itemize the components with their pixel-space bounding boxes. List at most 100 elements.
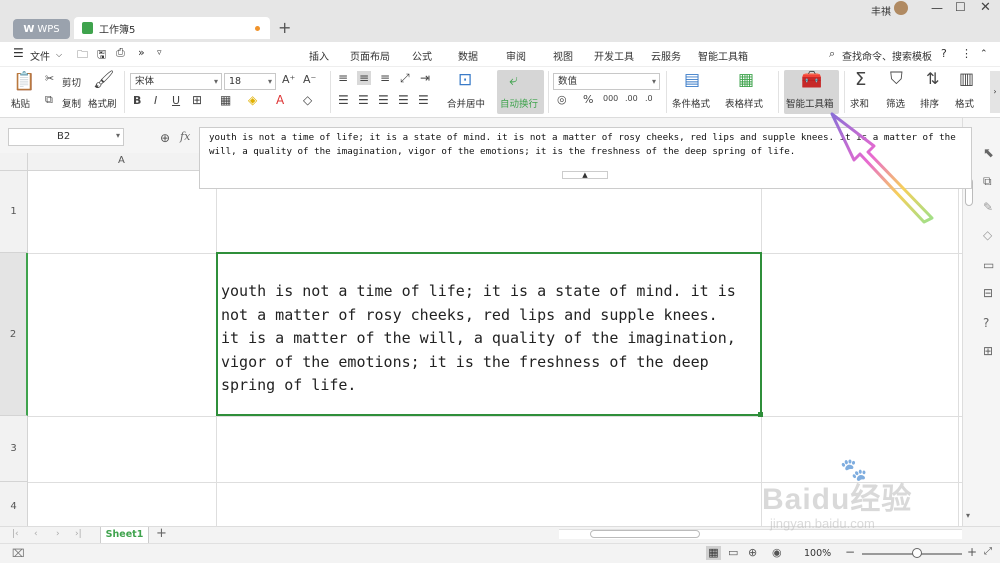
bold-icon[interactable]: B: [133, 95, 141, 106]
more-options-icon[interactable]: ⋮: [961, 47, 972, 60]
font-name-select[interactable]: 宋体: [130, 73, 222, 90]
clear-icon[interactable]: ◇: [303, 94, 312, 106]
format-button[interactable]: 格式: [955, 96, 974, 110]
chevron-down-icon[interactable]: ⌵: [56, 50, 62, 60]
tab-cloud[interactable]: 云服务: [651, 48, 681, 63]
sum-button[interactable]: 求和: [850, 96, 869, 110]
increase-decimal-icon[interactable]: .00: [625, 95, 638, 103]
table-style-icon[interactable]: ▦: [738, 72, 754, 89]
copy-icon[interactable]: ⧉: [45, 94, 53, 105]
ribbon-scroll-right[interactable]: ›: [990, 71, 1000, 113]
italic-icon[interactable]: I: [154, 95, 157, 106]
cut-button[interactable]: 剪切: [62, 75, 81, 89]
prev-sheet-icon[interactable]: ‹: [34, 529, 38, 539]
normal-view-icon[interactable]: ▦: [706, 546, 721, 560]
cut-icon[interactable]: ✂: [45, 73, 54, 84]
fill-color-icon[interactable]: ◈: [248, 94, 257, 106]
align-middle-icon[interactable]: ≡: [357, 71, 372, 85]
select-icon[interactable]: ⬉: [983, 146, 994, 161]
percent-icon[interactable]: %: [583, 94, 593, 105]
chevron-down-icon[interactable]: ▾: [116, 131, 120, 140]
merge-center-icon[interactable]: ⊡: [458, 72, 472, 89]
first-sheet-icon[interactable]: |‹: [12, 529, 19, 539]
more-icon[interactable]: »: [138, 46, 145, 59]
close-icon[interactable]: ✕: [980, 0, 991, 15]
format-painter-icon[interactable]: 🖌: [93, 72, 115, 89]
reading-mode-icon[interactable]: ◉: [772, 546, 782, 559]
new-tab-button[interactable]: +: [278, 18, 291, 37]
indent-icon[interactable]: ⇥: [420, 72, 430, 84]
page-break-icon[interactable]: ⊕: [748, 546, 757, 559]
name-box[interactable]: B2 ▾: [8, 128, 124, 146]
add-sheet-button[interactable]: +: [156, 526, 167, 541]
tab-data[interactable]: 数据: [458, 48, 478, 63]
font-color-icon[interactable]: A: [276, 94, 284, 106]
sort-button[interactable]: 排序: [920, 96, 939, 110]
border-icon[interactable]: ⊞: [192, 94, 202, 106]
select-all-corner[interactable]: [0, 153, 28, 171]
tab-page-layout[interactable]: 页面布局: [350, 48, 390, 63]
thousands-icon[interactable]: 000: [603, 95, 618, 103]
align-center-icon[interactable]: ☰: [358, 94, 369, 106]
sheet-tab-sheet1[interactable]: Sheet1: [100, 527, 149, 543]
row-header[interactable]: 1: [0, 171, 28, 253]
fill-handle[interactable]: [758, 412, 763, 417]
help-icon[interactable]: ?: [941, 47, 947, 60]
fullscreen-icon[interactable]: ⤢: [984, 546, 992, 557]
open-folder-icon[interactable]: 🗀: [77, 46, 88, 65]
wrap-text-icon[interactable]: ⤶: [509, 72, 518, 88]
next-sheet-icon[interactable]: ›: [56, 529, 60, 539]
conditional-format-button[interactable]: 条件格式: [672, 96, 710, 110]
zoom-search-icon[interactable]: ⊕: [160, 131, 170, 145]
function-icon[interactable]: fx: [180, 130, 190, 143]
macro-icon[interactable]: ⌧: [12, 547, 25, 560]
document-tab[interactable]: 工作簿5: [74, 17, 270, 39]
copy-button[interactable]: 复制: [62, 96, 81, 110]
format-icon[interactable]: ▥: [959, 71, 974, 87]
collapse-ribbon-icon[interactable]: ⌃: [980, 49, 988, 59]
align-right-icon[interactable]: ☰: [378, 94, 389, 106]
tab-insert[interactable]: 插入: [309, 48, 329, 63]
tab-developer[interactable]: 开发工具: [594, 48, 634, 63]
orientation-icon[interactable]: ⤢: [400, 72, 410, 84]
zoom-level[interactable]: 100%: [804, 548, 831, 559]
column-header-a[interactable]: A: [118, 155, 125, 166]
row-header[interactable]: 2: [0, 253, 28, 416]
cell-style-icon[interactable]: ▦: [220, 94, 231, 106]
zoom-out-icon[interactable]: −: [845, 545, 855, 559]
zoom-in-icon[interactable]: +: [967, 545, 977, 559]
help-circle-icon[interactable]: ?: [983, 316, 989, 330]
tab-review[interactable]: 审阅: [506, 48, 526, 63]
tab-formula[interactable]: 公式: [412, 48, 432, 63]
minimize-icon[interactable]: —: [931, 1, 943, 15]
transform-icon[interactable]: ⊟: [983, 286, 993, 300]
decrease-decimal-icon[interactable]: .0: [645, 95, 653, 103]
shape-icon[interactable]: ◇: [983, 228, 992, 242]
underline-icon[interactable]: U: [172, 95, 180, 106]
currency-icon[interactable]: ◎: [557, 94, 567, 105]
cell-b2[interactable]: youth is not a time of life; it is a sta…: [216, 252, 763, 417]
avatar[interactable]: [894, 1, 908, 15]
tab-smart-toolbox[interactable]: 智能工具箱: [698, 48, 748, 63]
save-icon[interactable]: 🖫: [97, 46, 106, 65]
font-size-select[interactable]: 18: [224, 73, 276, 90]
search-icon[interactable]: ⌕: [829, 47, 835, 61]
align-top-icon[interactable]: ≡: [338, 72, 348, 84]
row-header[interactable]: 3: [0, 416, 28, 482]
distributed-icon[interactable]: ☰: [418, 94, 429, 106]
page-layout-icon[interactable]: ▭: [728, 546, 738, 559]
toolbox-icon[interactable]: 🧰: [801, 72, 822, 89]
tab-view[interactable]: 视图: [553, 48, 573, 63]
last-sheet-icon[interactable]: ›|: [75, 529, 82, 539]
filter-icon[interactable]: ⛉: [890, 71, 903, 88]
apps-icon[interactable]: ⊞: [983, 344, 993, 358]
file-menu[interactable]: 文件: [30, 48, 50, 63]
number-format-select[interactable]: 数值: [553, 73, 660, 90]
table-style-button[interactable]: 表格样式: [725, 96, 763, 110]
decrease-font-icon[interactable]: A⁻: [303, 74, 316, 85]
align-left-icon[interactable]: ☰: [338, 94, 349, 106]
horizontal-scrollbar-thumb[interactable]: [590, 530, 700, 538]
conditional-format-icon[interactable]: ▤: [684, 72, 700, 89]
scroll-down-icon[interactable]: ▾: [966, 511, 970, 520]
column-resize-handle[interactable]: ▲: [562, 171, 608, 179]
